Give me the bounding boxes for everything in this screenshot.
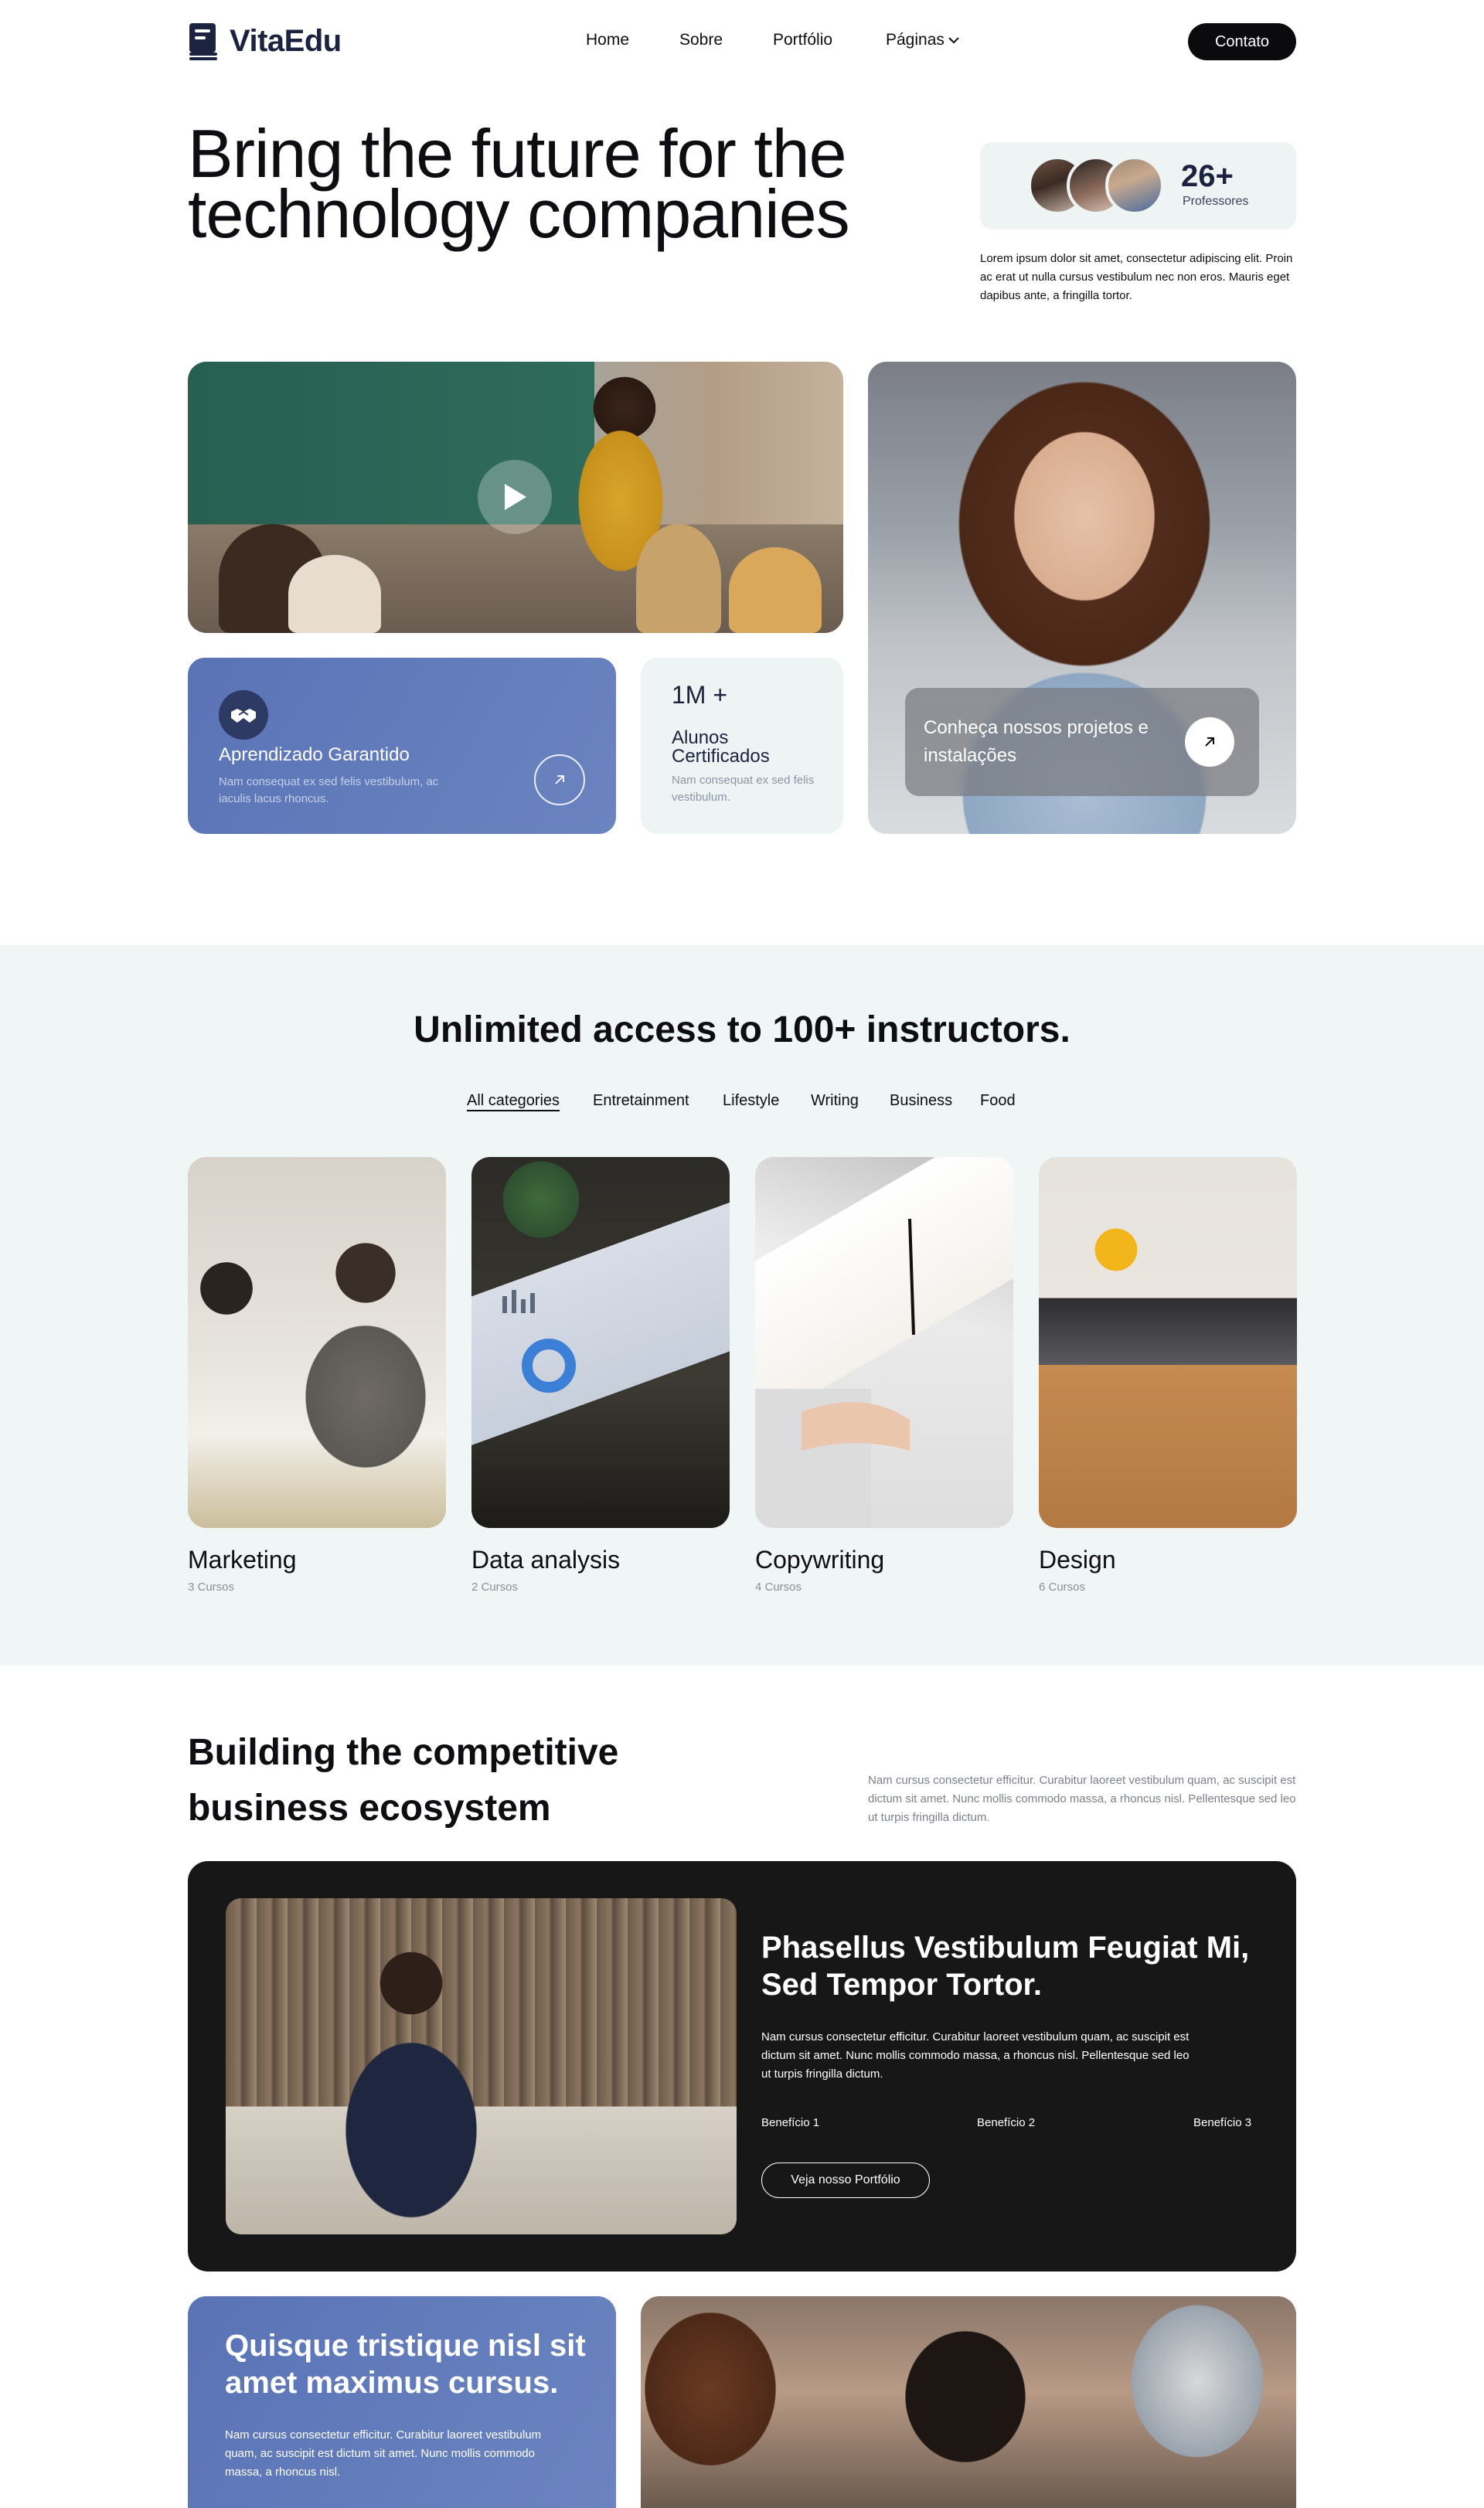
course-name-design: Design bbox=[1039, 1546, 1116, 1574]
professors-card: 26+ Professores bbox=[980, 142, 1296, 230]
quisque-card: Quisque tristique nisl sit amet maximus … bbox=[188, 2296, 616, 2508]
projects-text: Conheça nossos projetos e instalações bbox=[924, 717, 1149, 766]
benefit-2: Benefício 2 bbox=[977, 2116, 1036, 2129]
category-food[interactable]: Food bbox=[980, 1092, 1016, 1110]
guarantee-title: Aprendizado Garantido bbox=[219, 744, 410, 765]
instructors-title: Unlimited access to 100+ instructors. bbox=[414, 1009, 1070, 1050]
chevron-down-icon bbox=[948, 37, 959, 44]
group-study-image bbox=[641, 2296, 1296, 2508]
quisque-title: Quisque tristique nisl sit amet maximus … bbox=[225, 2329, 586, 2400]
course-image-data-analysis[interactable] bbox=[471, 1157, 730, 1528]
course-count-data-analysis: 2 Cursos bbox=[471, 1581, 519, 1594]
handshake-icon-wrap bbox=[219, 690, 268, 740]
guarantee-arrow-button[interactable] bbox=[534, 754, 585, 805]
arrow-up-right-icon bbox=[555, 775, 564, 784]
certified-students-card: 1M + Alunos Certificados Nam consequat e… bbox=[641, 658, 843, 834]
course-name-data-analysis: Data analysis bbox=[471, 1546, 621, 1574]
arrow-up-right-icon bbox=[1205, 737, 1214, 747]
benefit-1: Benefício 1 bbox=[761, 2116, 820, 2129]
portfolio-button[interactable]: Veja nosso Portfólio bbox=[761, 2163, 930, 2198]
quisque-text: Nam cursus consectetur efficitur. Curabi… bbox=[225, 2428, 542, 2479]
student-figure bbox=[729, 547, 822, 633]
projects-overlay[interactable]: Conheça nossos projetos e instalações bbox=[905, 688, 1259, 796]
course-name-marketing: Marketing bbox=[188, 1546, 297, 1574]
play-icon bbox=[505, 484, 526, 510]
classroom-video[interactable] bbox=[188, 362, 843, 633]
nav-link-paginas[interactable]: Páginas bbox=[886, 31, 960, 49]
course-image-copywriting[interactable] bbox=[755, 1157, 1013, 1528]
professors-count: 26+ bbox=[1181, 159, 1234, 193]
handshake-icon bbox=[231, 709, 256, 723]
certified-title: Alunos Certificados bbox=[672, 727, 770, 767]
guarantee-text: Nam consequat ex sed felis vestibulum, a… bbox=[219, 775, 439, 805]
student-figure bbox=[636, 524, 721, 633]
course-count-design: 6 Cursos bbox=[1039, 1581, 1086, 1594]
category-all[interactable]: All categories bbox=[467, 1092, 560, 1110]
category-lifestyle[interactable]: Lifestyle bbox=[723, 1092, 779, 1110]
feature-text: Nam cursus consectetur efficitur. Curabi… bbox=[761, 2030, 1190, 2081]
benefit-3: Benefício 3 bbox=[1193, 2116, 1252, 2129]
chart-illustration bbox=[502, 1290, 576, 1393]
projects-arrow-button[interactable] bbox=[1185, 717, 1234, 767]
course-count-marketing: 3 Cursos bbox=[188, 1581, 235, 1594]
feature-title: Phasellus Vestibulum Feugiat Mi, Sed Tem… bbox=[761, 1931, 1250, 2002]
feature-card: Phasellus Vestibulum Feugiat Mi, Sed Tem… bbox=[188, 1861, 1296, 2271]
student-figure bbox=[288, 555, 381, 633]
nav-link-sobre[interactable]: Sobre bbox=[679, 31, 723, 49]
course-image-design[interactable] bbox=[1039, 1157, 1297, 1528]
category-business[interactable]: Business bbox=[890, 1092, 952, 1110]
category-writing[interactable]: Writing bbox=[811, 1092, 859, 1110]
hero-title: Bring the future for the technology comp… bbox=[188, 115, 850, 252]
certified-count: 1M + bbox=[672, 681, 728, 709]
category-filter: All categories Entretainment Lifestyle W… bbox=[0, 1092, 1484, 1115]
teacher-portrait: Conheça nossos projetos e instalações bbox=[868, 362, 1296, 834]
contact-button[interactable]: Contato bbox=[1188, 23, 1296, 60]
course-image-marketing[interactable] bbox=[188, 1157, 446, 1528]
hero-description: Lorem ipsum dolor sit amet, consectetur … bbox=[980, 252, 1293, 302]
certified-text: Nam consequat ex sed felis vestibulum. bbox=[672, 774, 815, 804]
avatar bbox=[1105, 156, 1164, 215]
nav-link-paginas-label: Páginas bbox=[886, 31, 945, 49]
student-library-image bbox=[226, 1898, 737, 2234]
avatar-group bbox=[1028, 156, 1164, 215]
nav-link-portfolio[interactable]: Portfólio bbox=[773, 31, 832, 49]
ecosystem-description: Nam cursus consectetur efficitur. Curabi… bbox=[868, 1774, 1296, 1824]
ecosystem-title: Building the competitive business ecosys… bbox=[188, 1732, 619, 1829]
keyboard-illustration bbox=[755, 1218, 915, 1528]
guarantee-card: Aprendizado Garantido Nam consequat ex s… bbox=[188, 658, 616, 834]
top-navbar: VitaEdu Home Sobre Portfólio Páginas Con… bbox=[0, 0, 1484, 85]
nav-link-home[interactable]: Home bbox=[586, 31, 629, 49]
play-button[interactable] bbox=[478, 460, 552, 534]
professors-label: Professores bbox=[1183, 195, 1249, 208]
category-entretainment[interactable]: Entretainment bbox=[593, 1092, 689, 1110]
course-count-copywriting: 4 Cursos bbox=[755, 1581, 802, 1594]
course-name-copywriting: Copywriting bbox=[755, 1546, 885, 1574]
